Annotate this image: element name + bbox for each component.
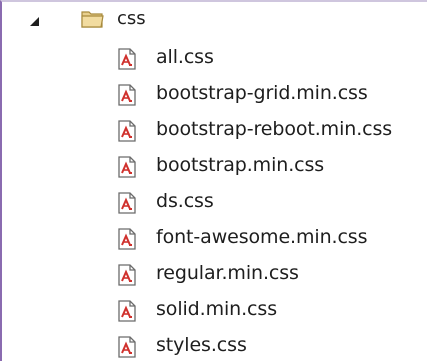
file-name: all.css (156, 46, 214, 68)
css-file-icon (118, 84, 136, 106)
css-file-icon (118, 228, 136, 250)
css-file-icon (118, 192, 136, 214)
file-name: bootstrap-grid.min.css (156, 82, 368, 104)
file-name: ds.css (156, 190, 214, 212)
expanded-triangle-icon[interactable] (27, 14, 41, 28)
css-file-icon (118, 156, 136, 178)
tree-node-file[interactable]: styles.css (0, 327, 427, 363)
tree-node-file[interactable]: solid.min.css (0, 291, 427, 327)
folder-name: css (117, 8, 146, 29)
css-file-icon (118, 264, 136, 286)
tree-node-file[interactable]: ds.css (0, 183, 427, 219)
tree-node-file[interactable]: bootstrap-reboot.min.css (0, 111, 427, 147)
tree-node-file[interactable]: regular.min.css (0, 255, 427, 291)
file-name: regular.min.css (156, 262, 299, 284)
tree-node-folder[interactable]: css (0, 3, 427, 39)
file-name: font-awesome.min.css (156, 226, 368, 248)
folder-icon (81, 11, 104, 28)
css-file-icon (118, 336, 136, 358)
file-name: solid.min.css (156, 298, 277, 320)
tree-node-file[interactable]: all.css (0, 39, 427, 75)
tree-node-file[interactable]: bootstrap.min.css (0, 147, 427, 183)
css-file-icon (118, 300, 136, 322)
file-name: bootstrap.min.css (156, 154, 325, 176)
tree-node-file[interactable]: bootstrap-grid.min.css (0, 75, 427, 111)
file-name: bootstrap-reboot.min.css (156, 118, 393, 140)
file-name: styles.css (156, 334, 247, 356)
css-file-icon (118, 120, 136, 142)
tree-node-file[interactable]: font-awesome.min.css (0, 219, 427, 255)
css-file-icon (118, 48, 136, 70)
